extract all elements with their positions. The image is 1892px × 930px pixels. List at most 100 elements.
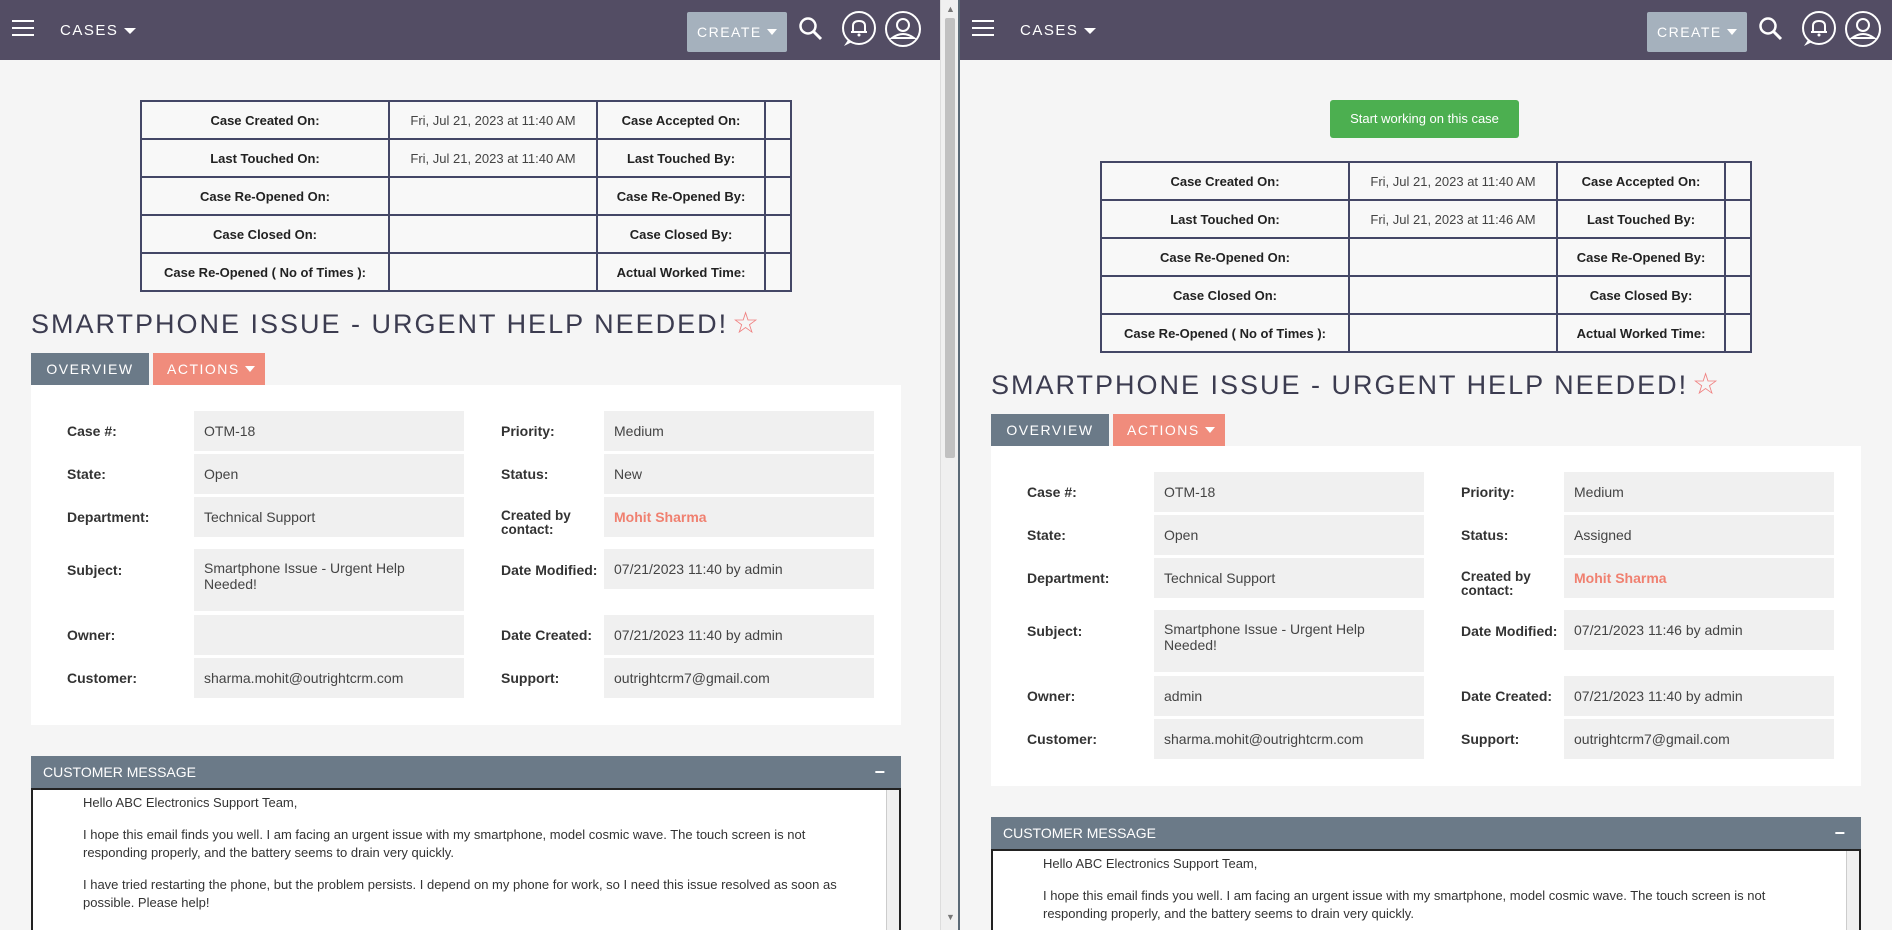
date-created-label: Date Created: [501, 627, 593, 643]
owner-label: Owner: [1027, 688, 1076, 704]
department-value: Technical Support [1154, 558, 1424, 598]
case-closed-by-label: Case Closed By: [1556, 275, 1726, 315]
case-created-on-label: Case Created On: [140, 100, 390, 140]
message-scrollbar[interactable] [1846, 851, 1859, 930]
customer-message-header[interactable]: CUSTOMER MESSAGE − [31, 756, 901, 788]
hamburger-menu-icon[interactable] [12, 20, 34, 38]
user-avatar-icon[interactable] [884, 10, 922, 48]
case-number-value: OTM-18 [1154, 472, 1424, 512]
create-button[interactable]: CREATE [1647, 12, 1747, 52]
customer-message-body: Hello ABC Electronics Support Team, I ho… [991, 849, 1861, 930]
status-value: New [604, 454, 874, 494]
favorite-star-icon[interactable]: ☆ [732, 307, 761, 340]
hamburger-menu-icon[interactable] [972, 20, 994, 38]
case-reopened-on-label: Case Re-Opened On: [1100, 237, 1350, 277]
user-avatar-icon[interactable] [1844, 10, 1882, 48]
create-button[interactable]: CREATE [687, 12, 787, 52]
support-label: Support: [1461, 731, 1520, 747]
case-reopened-by-value [1724, 237, 1752, 277]
subject-value: Smartphone Issue - Urgent Help Needed! [194, 549, 464, 611]
module-menu[interactable]: CASES [60, 22, 137, 39]
case-reopened-on-value [388, 176, 598, 216]
date-created-label: Date Created: [1461, 688, 1553, 704]
created-by-label: Created by contact: [1461, 569, 1531, 598]
tab-actions[interactable]: ACTIONS [153, 353, 265, 385]
created-by-contact-link[interactable]: Mohit Sharma [1564, 558, 1834, 598]
date-modified-label: Date Modified: [1461, 623, 1558, 639]
search-icon[interactable] [798, 16, 824, 42]
tab-overview[interactable]: OVERVIEW [31, 353, 149, 385]
priority-label: Priority: [1461, 484, 1515, 500]
top-navbar: CASES CREATE [960, 0, 1892, 60]
subject-label: Subject: [1027, 623, 1083, 639]
case-reopened-by-label: Case Re-Opened By: [1556, 237, 1726, 277]
message-paragraph: Hello ABC Electronics Support Team, [83, 795, 298, 810]
notifications-bell-icon[interactable] [840, 10, 878, 48]
module-menu[interactable]: CASES [1020, 22, 1097, 39]
search-icon[interactable] [1758, 16, 1784, 42]
chevron-down-icon [1084, 28, 1097, 35]
actual-worked-time-label: Actual Worked Time: [1556, 313, 1726, 353]
priority-value: Medium [1564, 472, 1834, 512]
date-modified-value: 07/21/2023 11:46 by admin [1564, 610, 1834, 650]
last-touched-by-value [764, 138, 792, 178]
overview-panel: Case #: OTM-18 Priority: Medium State: O… [31, 385, 901, 725]
scroll-up-icon[interactable]: ▲ [946, 4, 955, 14]
department-label: Department: [1027, 570, 1110, 586]
last-touched-on-value: Fri, Jul 21, 2023 at 11:40 AM [388, 138, 598, 178]
actual-worked-time-label: Actual Worked Time: [596, 252, 766, 292]
case-reopened-count-label: Case Re-Opened ( No of Times ): [1100, 313, 1350, 353]
left-pane: CASES CREATE Case Created On: Fri, Jul 2… [0, 0, 940, 930]
tab-overview[interactable]: OVERVIEW [991, 414, 1109, 446]
actual-worked-time-value [764, 252, 792, 292]
status-value: Assigned [1564, 515, 1834, 555]
case-reopened-on-value [1348, 237, 1558, 277]
subject-label: Subject: [67, 562, 123, 578]
scrollbar-thumb[interactable] [945, 18, 955, 458]
scroll-down-icon[interactable]: ▼ [946, 912, 955, 922]
case-accepted-on-label: Case Accepted On: [1556, 161, 1726, 201]
message-scrollbar[interactable] [886, 790, 899, 930]
case-closed-by-value [764, 214, 792, 254]
date-created-value: 07/21/2023 11:40 by admin [1564, 676, 1834, 716]
customer-message-title: CUSTOMER MESSAGE [43, 764, 196, 780]
case-title: SMARTPHONE ISSUE - URGENT HELP NEEDED! ☆ [31, 306, 761, 341]
module-label: CASES [1020, 22, 1079, 39]
tab-actions[interactable]: ACTIONS [1113, 414, 1225, 446]
created-by-label: Created by contact: [501, 508, 571, 537]
case-title-text: SMARTPHONE ISSUE - URGENT HELP NEEDED! [991, 370, 1689, 400]
collapse-icon[interactable]: − [1834, 817, 1845, 849]
start-working-button[interactable]: Start working on this case [1330, 100, 1519, 138]
notifications-bell-icon[interactable] [1800, 10, 1838, 48]
last-touched-by-value [1724, 199, 1752, 239]
case-reopened-count-value [388, 252, 598, 292]
support-label: Support: [501, 670, 560, 686]
created-by-contact-link[interactable]: Mohit Sharma [604, 497, 874, 537]
case-closed-on-label: Case Closed On: [140, 214, 390, 254]
case-reopened-by-value [764, 176, 792, 216]
status-label: Status: [501, 466, 549, 482]
priority-value: Medium [604, 411, 874, 451]
case-title-text: SMARTPHONE ISSUE - URGENT HELP NEEDED! [31, 309, 729, 339]
case-accepted-on-value [1724, 161, 1752, 201]
state-value: Open [194, 454, 464, 494]
case-number-label: Case #: [1027, 484, 1077, 500]
case-accepted-on-label: Case Accepted On: [596, 100, 766, 140]
last-touched-by-label: Last Touched By: [596, 138, 766, 178]
last-touched-by-label: Last Touched By: [1556, 199, 1726, 239]
priority-label: Priority: [501, 423, 555, 439]
left-pane-scrollbar[interactable]: ▲ ▼ [940, 0, 959, 930]
case-reopened-count-label: Case Re-Opened ( No of Times ): [140, 252, 390, 292]
actions-label: ACTIONS [167, 361, 240, 377]
case-times-table: Case Created On: Fri, Jul 21, 2023 at 11… [1100, 161, 1752, 353]
customer-value: sharma.mohit@outrightcrm.com [1154, 719, 1424, 759]
chevron-down-icon [767, 29, 777, 35]
collapse-icon[interactable]: − [874, 756, 885, 788]
favorite-star-icon[interactable]: ☆ [1692, 368, 1721, 401]
owner-value [194, 615, 464, 655]
case-reopened-count-value [1348, 313, 1558, 353]
customer-message-header[interactable]: CUSTOMER MESSAGE − [991, 817, 1861, 849]
case-created-on-value: Fri, Jul 21, 2023 at 11:40 AM [1348, 161, 1558, 201]
case-times-table: Case Created On: Fri, Jul 21, 2023 at 11… [140, 100, 792, 292]
department-label: Department: [67, 509, 150, 525]
